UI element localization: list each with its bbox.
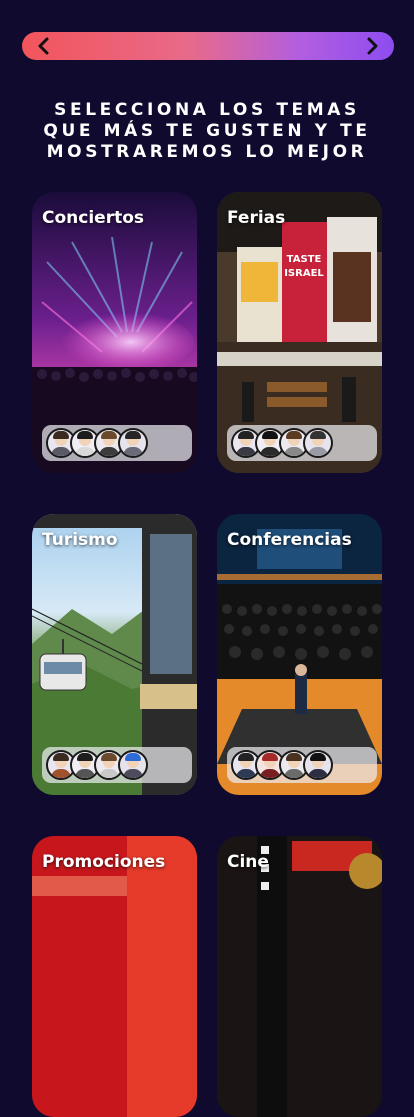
promotions-image: [32, 836, 197, 1117]
avatar-group: [227, 425, 377, 461]
avatar: [118, 750, 148, 780]
topic-label: Promociones: [42, 852, 166, 872]
topic-card-turismo[interactable]: Turismo: [32, 514, 197, 795]
topic-card-conferencias[interactable]: Conferencias: [217, 514, 382, 795]
topic-label: Turismo: [42, 530, 118, 550]
fair-sign-text: ISRAEL: [284, 268, 324, 279]
topic-card-ferias[interactable]: TASTE ISRAEL Ferias: [217, 192, 382, 473]
topic-label: Conferencias: [227, 530, 352, 550]
topic-label: Conciertos: [42, 208, 144, 228]
topic-label: Ferias: [227, 208, 286, 228]
avatar: [118, 428, 148, 458]
avatar-group: [42, 747, 192, 783]
chevron-left-icon: [38, 37, 49, 55]
cinema-image: [217, 836, 382, 1117]
avatar-group: [42, 425, 192, 461]
topic-card-promociones[interactable]: Promociones: [32, 836, 197, 1117]
avatar: [303, 428, 333, 458]
avatar-group: [227, 747, 377, 783]
chevron-right-icon: [367, 37, 378, 55]
fair-sign-text: TASTE: [287, 254, 322, 265]
title-line: MOSTRAREMOS LO MEJOR: [46, 142, 368, 162]
title-line: SELECCIONA LOS TEMAS: [54, 100, 360, 120]
previous-button[interactable]: [26, 32, 62, 60]
topic-card-cine[interactable]: Cine: [217, 836, 382, 1117]
topic-card-conciertos[interactable]: Conciertos: [32, 192, 197, 473]
page-title: SELECCIONA LOS TEMAS QUE MÁS TE GUSTEN Y…: [0, 100, 414, 163]
next-button[interactable]: [354, 32, 390, 60]
topic-navigation-bar: [22, 32, 394, 60]
title-line: QUE MÁS TE GUSTEN Y TE: [43, 121, 371, 141]
topic-label: Cine: [227, 852, 269, 872]
avatar: [303, 750, 333, 780]
